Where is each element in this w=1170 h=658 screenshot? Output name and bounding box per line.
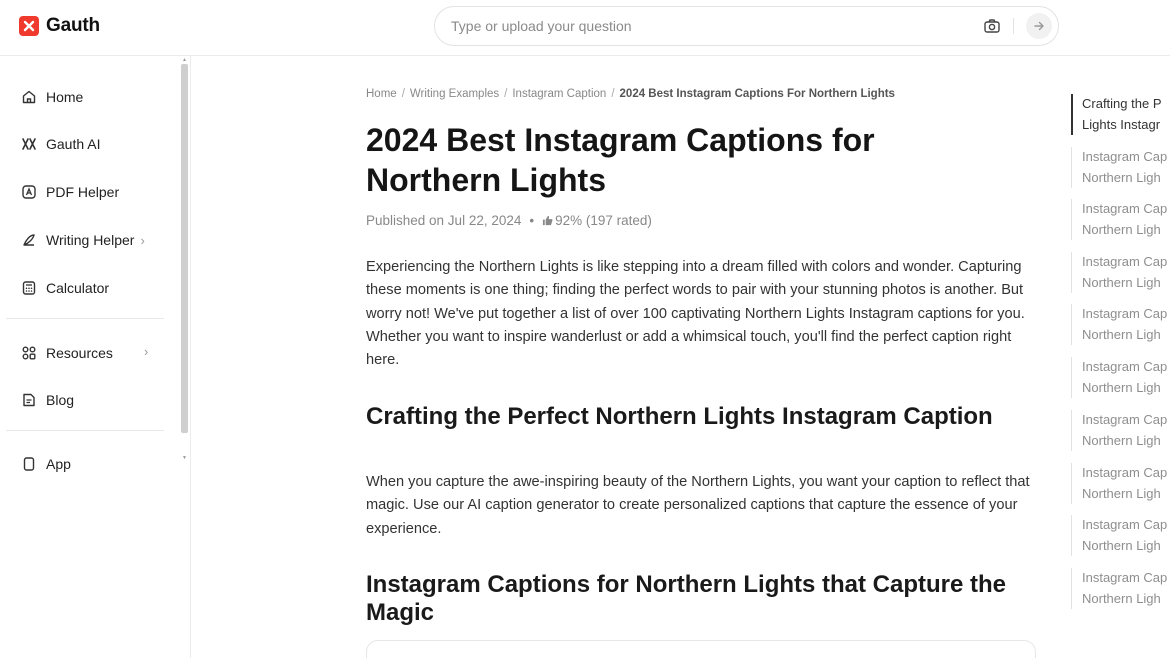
sidebar-item-calculator[interactable]: Calculator: [20, 276, 109, 300]
toc-item[interactable]: Instagram Cap Northern Ligh: [1071, 463, 1170, 504]
sidebar-item-pdf-helper[interactable]: PDF Helper: [20, 180, 119, 204]
toc-item[interactable]: Instagram Cap Northern Ligh: [1071, 304, 1170, 345]
sidebar-item-label: Gauth AI: [46, 136, 101, 152]
pdf-icon: [20, 184, 37, 201]
breadcrumb-separator: /: [504, 88, 508, 100]
chevron-right-icon: ›: [140, 232, 145, 248]
search-input[interactable]: [451, 7, 971, 45]
sidebar-item-app[interactable]: App: [20, 452, 71, 476]
sidebar-item-gauth-ai[interactable]: Gauth AI: [20, 132, 100, 156]
submit-button[interactable]: [1026, 13, 1052, 39]
sidebar-item-label: Calculator: [46, 280, 110, 296]
toc-item[interactable]: Instagram Cap Northern Ligh: [1071, 410, 1170, 451]
page-title: 2024 Best Instagram Captions for Norther…: [366, 122, 875, 198]
sidebar: Home Gauth AI PDF Helper Writing Helper …: [0, 56, 191, 658]
toc-item[interactable]: Instagram Cap Northern Ligh: [1071, 568, 1170, 609]
breadcrumb-separator: /: [401, 88, 405, 100]
toc-item[interactable]: Instagram Cap Northern Ligh: [1071, 515, 1170, 556]
section-paragraph: When you capture the awe-inspiring beaut…: [366, 474, 1030, 537]
breadcrumb-current: 2024 Best Instagram Captions For Norther…: [619, 88, 895, 100]
thumbs-up-icon: [542, 215, 553, 226]
caption-card: [366, 640, 1036, 658]
sidebar-item-blog[interactable]: Blog: [20, 388, 74, 412]
sidebar-divider: [6, 430, 164, 431]
home-icon: [20, 89, 37, 106]
breadcrumb-home[interactable]: Home: [366, 88, 397, 100]
scroll-up-icon[interactable]: ▲: [181, 57, 188, 63]
pen-icon: [20, 232, 37, 249]
top-header: Gauth: [0, 0, 1170, 56]
logo-text: Gauth: [46, 15, 100, 36]
sidebar-item-label: Resources: [46, 345, 113, 361]
sidebar-item-home[interactable]: Home: [20, 85, 83, 109]
toc-item[interactable]: Instagram Cap Northern Ligh: [1071, 252, 1170, 293]
calculator-icon: [20, 280, 37, 297]
phone-icon: [20, 456, 37, 473]
camera-icon[interactable]: [983, 17, 1001, 35]
search-divider: [1013, 18, 1014, 34]
published-date: Published on Jul 22, 2024: [366, 213, 522, 228]
search-bar: [434, 6, 1059, 46]
gauth-ai-icon: [20, 136, 37, 153]
sidebar-item-writing-helper[interactable]: Writing Helper ›: [20, 228, 145, 252]
section-heading: Instagram Captions for Northern Lights t…: [366, 571, 1007, 626]
article-meta: Published on Jul 22, 2024 • 92% (197 rat…: [366, 213, 652, 228]
sidebar-item-resources[interactable]: Resources: [20, 341, 113, 365]
breadcrumb: Home / Writing Examples / Instagram Caption /…: [366, 88, 895, 100]
sidebar-item-label: Blog: [46, 392, 75, 408]
sidebar-item-label: Home: [46, 89, 84, 105]
grid-icon: [20, 345, 37, 362]
sidebar-item-label: PDF Helper: [46, 184, 120, 200]
intro-paragraph: Experiencing the Northern Lights is like…: [366, 259, 1025, 369]
sidebar-scrollbar[interactable]: [181, 64, 188, 433]
breadcrumb-instagram-caption[interactable]: Instagram Caption: [512, 88, 606, 100]
table-of-contents: Crafting the P Lights Instagr Instagram C…: [1071, 0, 1170, 658]
sidebar-divider: [6, 318, 164, 319]
sidebar-item-label: Writing Helper: [46, 232, 135, 248]
scroll-down-icon[interactable]: ▼: [181, 455, 188, 461]
section-heading: Crafting the Perfect Northern Lights Ins…: [366, 403, 993, 430]
rating: 92% (197 rated): [555, 213, 652, 228]
sidebar-item-label: App: [46, 456, 71, 472]
breadcrumb-writing-examples[interactable]: Writing Examples: [410, 88, 499, 100]
arrow-right-icon: [1034, 21, 1044, 31]
gauth-logo[interactable]: Gauth: [19, 15, 100, 37]
meta-separator: •: [529, 213, 535, 228]
toc-item[interactable]: Crafting the P Lights Instagr: [1071, 94, 1170, 135]
toc-item[interactable]: Instagram Cap Northern Ligh: [1071, 357, 1170, 398]
chevron-right-icon: ›: [144, 344, 149, 359]
gauth-logo-icon: [19, 16, 39, 36]
toc-item[interactable]: Instagram Cap Northern Ligh: [1071, 199, 1170, 240]
blog-icon: [20, 392, 37, 409]
breadcrumb-separator: /: [611, 88, 615, 100]
toc-item[interactable]: Instagram Cap Northern Ligh: [1071, 147, 1170, 188]
